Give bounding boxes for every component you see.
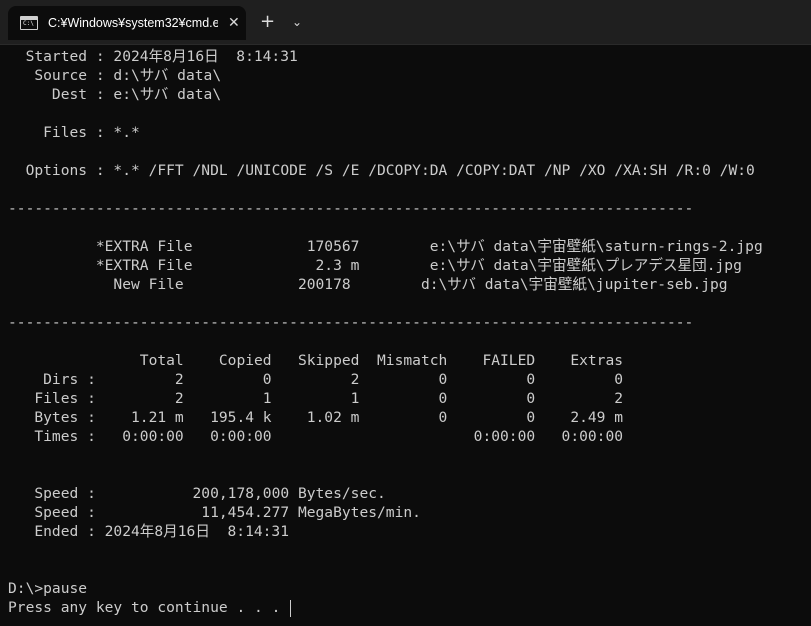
terminal-separator: ----------------------------------------… [8, 314, 694, 331]
chevron-down-icon[interactable]: ⌄ [292, 13, 302, 31]
terminal-line: Options : *.* /FFT /NDL /UNICODE /S /E /… [8, 162, 755, 179]
terminal-line: Started : 2024年8月16日 8:14:31 [8, 48, 298, 65]
terminal-line [8, 446, 808, 465]
tab-cmd[interactable]: C:\ C:¥Windows¥system32¥cmd.e ✕ [8, 6, 246, 40]
command-line: D:\>pause [8, 580, 88, 597]
summary-row-bytes: Bytes : 1.21 m 195.4 k 1.02 m 0 0 2.49 m [8, 409, 624, 426]
terminal-line [8, 218, 808, 237]
terminal-line: *EXTRA File 2.3 m e:\サバ data\宇宙壁紙\プレアデス星… [8, 257, 742, 274]
terminal-line [8, 180, 808, 199]
terminal-line [8, 142, 808, 161]
terminal-line: Dest : e:\サバ data\ [8, 86, 222, 103]
terminal-line: *EXTRA File 170567 e:\サバ data\宇宙壁紙\satur… [8, 238, 763, 255]
summary-row-dirs: Dirs : 2 0 2 0 0 0 [8, 371, 624, 388]
terminal-line: Files : *.* [8, 124, 140, 141]
summary-header: Total Copied Skipped Mismatch FAILED Ext… [8, 352, 624, 369]
cmd-icon: C:\ [20, 16, 38, 30]
terminal-line [8, 104, 808, 123]
prompt-text: Press any key to continue . . . [8, 599, 290, 616]
close-icon[interactable]: ✕ [228, 15, 240, 31]
new-tab-button[interactable]: + [260, 11, 275, 33]
prompt-line: Press any key to continue . . . [8, 598, 808, 617]
cmd-icon-text: C:\ [23, 20, 34, 27]
terminal-line [8, 332, 808, 351]
title-bar: C:\ C:¥Windows¥system32¥cmd.e ✕ + ⌄ [0, 0, 811, 45]
terminal-window: C:\ C:¥Windows¥system32¥cmd.e ✕ + ⌄ Star… [0, 0, 811, 626]
terminal-line [8, 560, 808, 579]
summary-row-files: Files : 2 1 1 0 0 2 [8, 390, 624, 407]
terminal-line [8, 294, 808, 313]
terminal-line: New File 200178 d:\サバ data\宇宙壁紙\jupiter-… [8, 276, 728, 293]
speed-bytes: Speed : 200,178,000 Bytes/sec. [8, 485, 386, 502]
tab-title: C:¥Windows¥system32¥cmd.e [48, 16, 218, 30]
text-cursor [290, 599, 292, 617]
terminal-line: Source : d:\サバ data\ [8, 67, 222, 84]
terminal-separator: ----------------------------------------… [8, 200, 694, 217]
terminal-line [8, 465, 808, 484]
ended-time: Ended : 2024年8月16日 8:14:31 [8, 523, 290, 540]
terminal-output[interactable]: Started : 2024年8月16日 8:14:31 Source : d:… [8, 47, 808, 623]
summary-row-times: Times : 0:00:00 0:00:00 0:00:00 0:00:00 [8, 428, 624, 445]
terminal-line [8, 541, 808, 560]
speed-megabytes: Speed : 11,454.277 MegaBytes/min. [8, 504, 421, 521]
